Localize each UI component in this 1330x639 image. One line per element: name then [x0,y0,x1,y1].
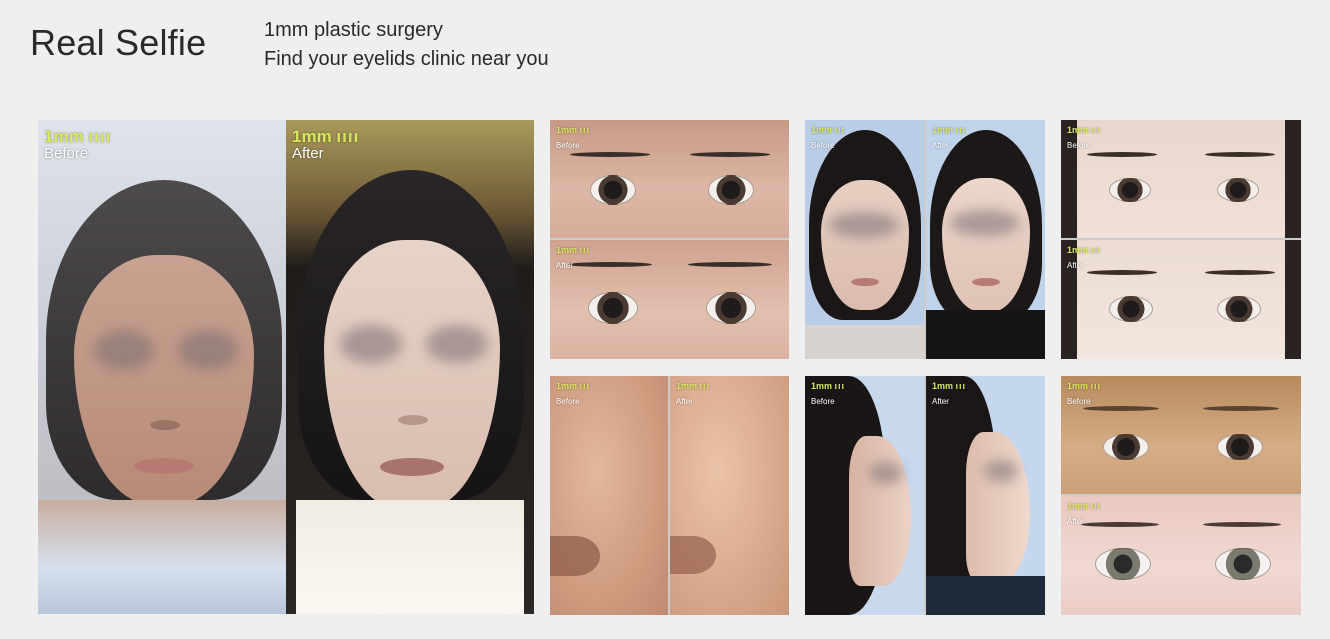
after-text: After [932,141,949,150]
after-label: 1mm ııı After [932,382,966,409]
clinic-logo-icon: 1mm ıııı [292,127,360,146]
after-photo: 1mm ııı After [670,376,789,615]
before-label: 1mm ıııı Before [44,128,111,163]
clinic-logo-icon: 1mm ııı [556,125,591,135]
clinic-logo-icon: 1mm ııı [1067,125,1102,135]
after-photo: 1mm ıııı After [286,120,534,614]
before-label: 1mm ııı Before [1067,382,1101,409]
before-text: Before [556,397,580,406]
before-label: 1mm ııı Before [556,126,590,153]
after-label: 1mm ııı After [676,382,710,409]
header-subtitle: 1mm plastic surgery Find your eyelids cl… [264,16,549,74]
before-photo: 1mm ııı Before [1061,376,1301,494]
subtitle-line-2: Find your eyelids clinic near you [264,48,549,70]
after-photo: 1mm ııı After [1061,240,1301,359]
before-photo: 1mm ııı Before [550,120,789,238]
clinic-logo-icon: 1mm ııı [932,125,967,135]
after-label: 1mm ııı After [1067,502,1101,529]
clinic-logo-icon: 1mm ııı [811,381,846,391]
gallery-tile-face-lift[interactable]: 1mm ıııı Before 1mm ıııı After [38,120,534,614]
before-photo: 1mm ııı Before [550,376,668,615]
before-label: 1mm ııı Before [811,382,845,409]
before-label: 1mm ııı Before [811,126,845,153]
page-title: Real Selfie [30,22,207,63]
gallery-tile-face-front[interactable]: 1mm ııı Before 1mm ııı After [805,120,1045,359]
before-photo: 1mm ıııı Before [38,120,286,614]
before-label: 1mm ııı Before [1067,126,1101,153]
clinic-logo-icon: 1mm ııı [1067,245,1102,255]
clinic-logo-icon: 1mm ııı [932,381,967,391]
before-text: Before [811,141,835,150]
clinic-logo-icon: 1mm ııı [1067,381,1102,391]
gallery-tile-skin[interactable]: 1mm ııı Before 1mm ııı After [550,376,789,615]
gallery-tile-nose-profile[interactable]: 1mm ııı Before 1mm ııı After [805,376,1045,615]
after-text: After [932,397,949,406]
before-text: Before [811,397,835,406]
after-photo: 1mm ııı After [1061,496,1301,615]
subtitle-line-1: 1mm plastic surgery [264,19,443,41]
clinic-logo-icon: 1mm ııı [556,381,591,391]
gallery-tile-eyelids-2[interactable]: 1mm ııı Before 1mm ııı After [1061,120,1301,359]
after-text: After [1067,261,1084,270]
before-text: Before [1067,141,1091,150]
before-text: Before [556,141,580,150]
before-label: 1mm ııı Before [556,382,590,409]
after-photo: 1mm ııı After [926,120,1045,359]
clinic-logo-icon: 1mm ııı [556,245,591,255]
after-label: 1mm ııı After [932,126,966,153]
after-text: After [292,145,324,162]
clinic-logo-icon: 1mm ııı [1067,501,1102,511]
after-photo: 1mm ııı After [550,240,789,359]
before-photo: 1mm ııı Before [805,376,924,615]
gallery-tile-eyelids-1[interactable]: 1mm ııı Before 1mm ııı After [550,120,789,359]
before-photo: 1mm ııı Before [1061,120,1301,238]
after-text: After [1067,517,1084,526]
gallery-tile-eyelids-3[interactable]: 1mm ııı Before 1mm ııı After [1061,376,1301,615]
after-label: 1mm ııı After [1067,246,1101,273]
after-label: 1mm ıııı After [292,128,359,163]
clinic-logo-icon: 1mm ııı [811,125,846,135]
after-label: 1mm ııı After [556,246,590,273]
after-text: After [676,397,693,406]
clinic-logo-icon: 1mm ııı [676,381,711,391]
before-text: Before [44,145,89,162]
before-photo: 1mm ııı Before [805,120,924,359]
clinic-logo-icon: 1mm ıııı [44,127,112,146]
after-photo: 1mm ııı After [926,376,1045,615]
after-text: After [556,261,573,270]
before-text: Before [1067,397,1091,406]
